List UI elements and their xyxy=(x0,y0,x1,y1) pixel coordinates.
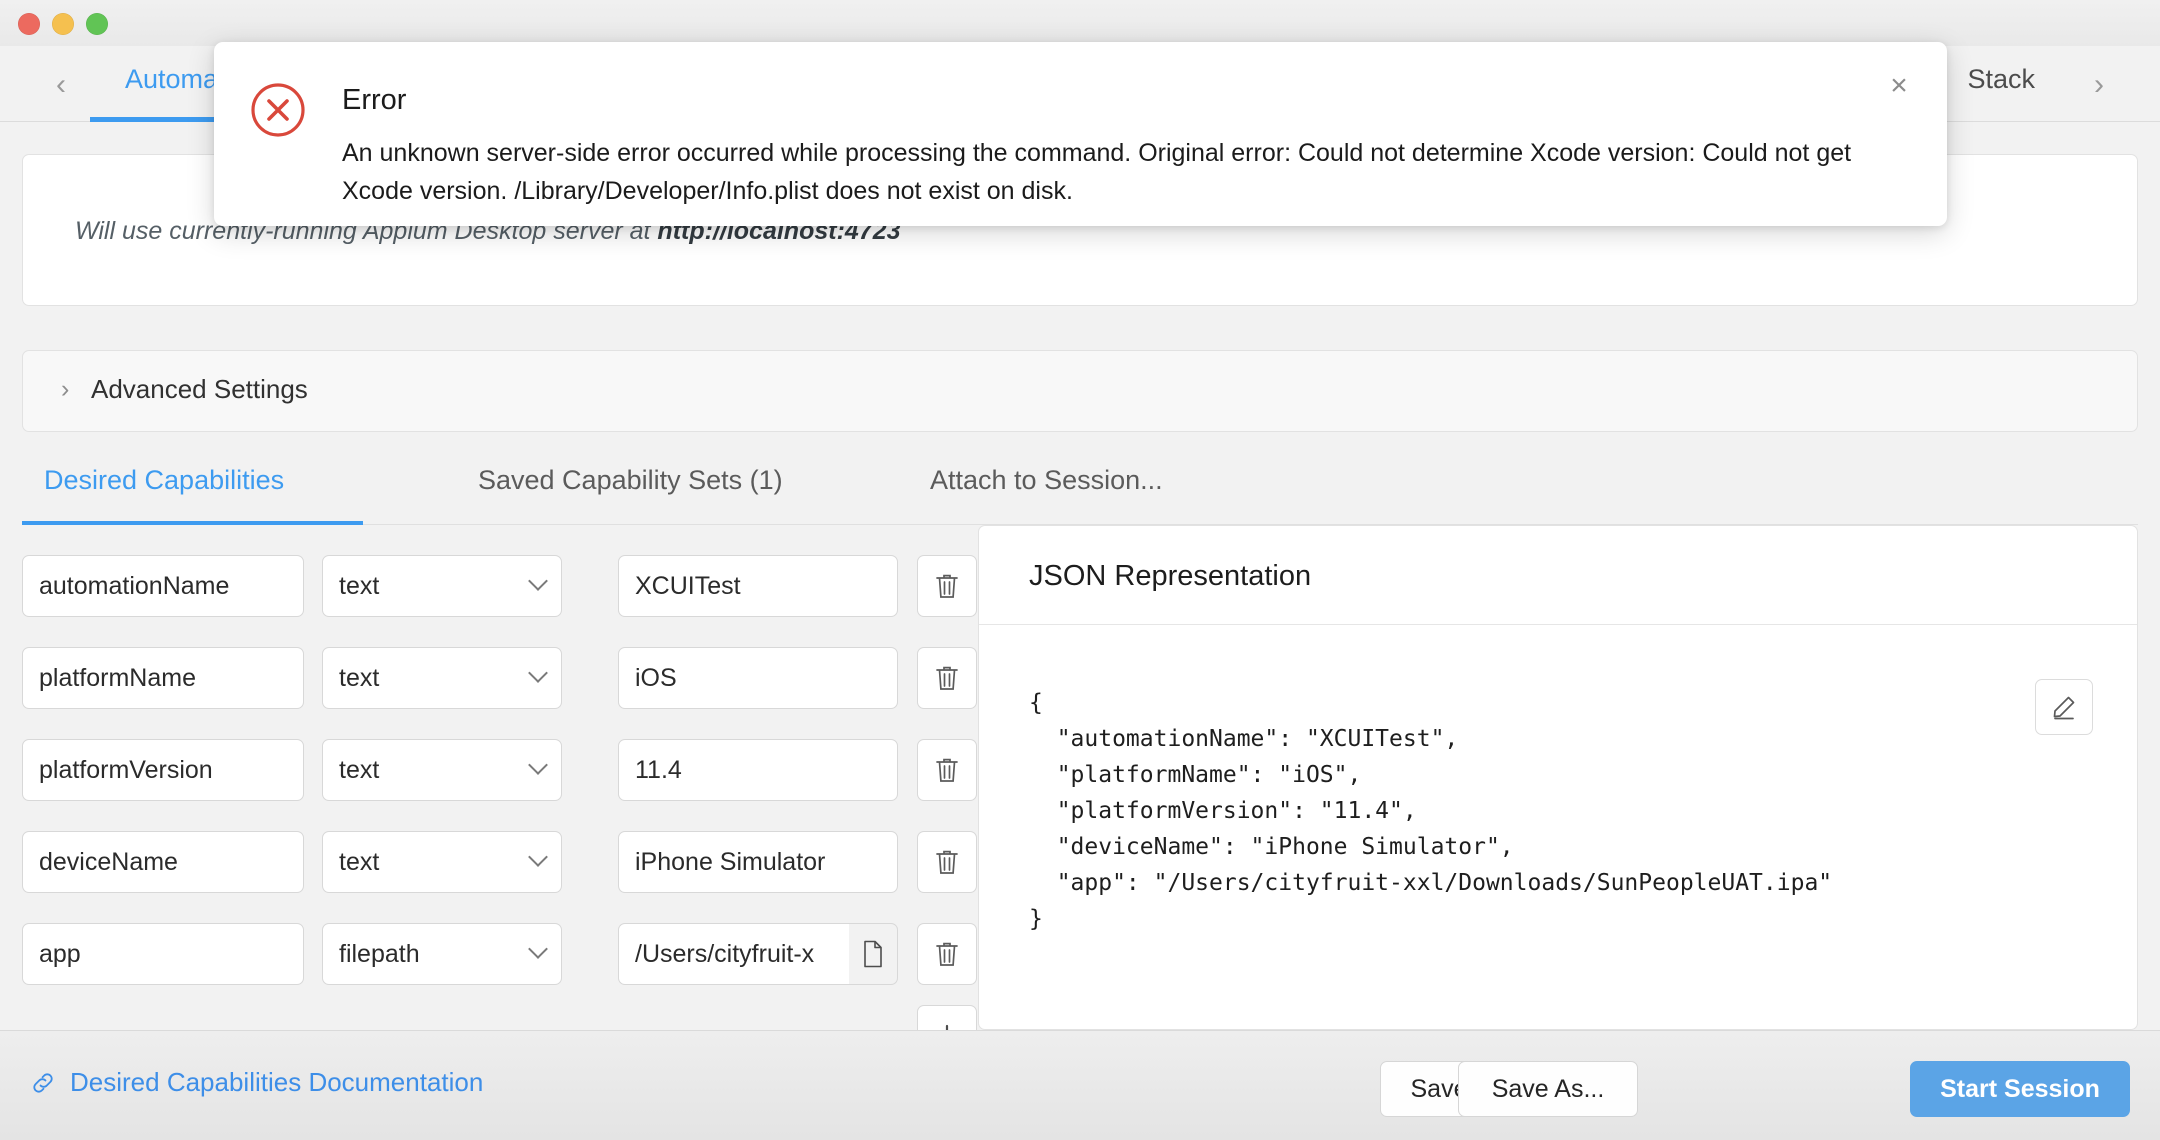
capability-row: platformName text iOS xyxy=(22,647,977,709)
capability-value-input[interactable]: iOS xyxy=(618,647,898,709)
trash-icon xyxy=(936,574,958,598)
json-panel-header: JSON Representation xyxy=(979,526,2137,625)
capability-name-input[interactable]: automationName xyxy=(22,555,304,617)
chevron-right-icon[interactable]: › xyxy=(2078,64,2120,106)
trash-icon xyxy=(936,942,958,966)
traffic-light-group xyxy=(18,13,108,35)
capability-row: app filepath /Users/cityfruit-x xyxy=(22,923,977,985)
plus-icon xyxy=(945,1024,949,1030)
pencil-icon xyxy=(2053,696,2075,720)
capability-name-input[interactable]: app xyxy=(22,923,304,985)
trash-icon xyxy=(936,666,958,690)
main-content: Will use currently-running Appium Deskto… xyxy=(0,122,2160,1030)
capability-value-input[interactable]: /Users/cityfruit-x xyxy=(618,923,850,985)
error-dialog: Error An unknown server-side error occur… xyxy=(214,42,1947,226)
appium-desktop-window: ‹ Automatic Server Stack › Will use curr… xyxy=(0,0,2160,1140)
title-bar xyxy=(0,0,2160,46)
doc-link-label: Desired Capabilities Documentation xyxy=(70,1067,484,1097)
error-dialog-message: An unknown server-side error occurred wh… xyxy=(342,139,1852,205)
chevron-down-icon xyxy=(528,571,548,591)
desired-capabilities-documentation-link[interactable]: Desired Capabilities Documentation xyxy=(30,1067,483,1098)
delete-capability-button[interactable] xyxy=(917,647,977,709)
trash-icon xyxy=(936,758,958,782)
capability-row: automationName text XCUITest xyxy=(22,555,977,617)
capability-type-value: filepath xyxy=(339,939,420,968)
save-as-button[interactable]: Save As... xyxy=(1458,1061,1638,1117)
capability-editor: automationName text XCUITest platformNam… xyxy=(0,525,978,1030)
chevron-right-icon: › xyxy=(61,375,70,403)
chevron-down-icon xyxy=(528,663,548,683)
capability-type-value: text xyxy=(339,847,380,876)
capability-type-value: text xyxy=(339,571,380,600)
capability-value-input[interactable]: XCUITest xyxy=(618,555,898,617)
tab-saved-capability-sets[interactable]: Saved Capability Sets (1) xyxy=(478,465,783,496)
window-close-button[interactable] xyxy=(18,13,40,35)
capability-type-select[interactable]: text xyxy=(322,739,562,801)
close-icon[interactable]: × xyxy=(1881,68,1917,104)
chevron-down-icon xyxy=(528,847,548,867)
link-icon xyxy=(33,1072,53,1093)
capability-type-select[interactable]: text xyxy=(322,831,562,893)
capability-value-input[interactable]: iPhone Simulator xyxy=(618,831,898,893)
window-zoom-button[interactable] xyxy=(86,13,108,35)
delete-capability-button[interactable] xyxy=(917,739,977,801)
error-dialog-title: Error xyxy=(342,84,407,116)
delete-capability-button[interactable] xyxy=(917,831,977,893)
add-capability-button[interactable] xyxy=(917,1005,977,1030)
advanced-settings-label: Advanced Settings xyxy=(91,374,308,404)
tab-attach-to-session[interactable]: Attach to Session... xyxy=(930,465,1163,496)
chevron-down-icon xyxy=(528,939,548,959)
capability-type-select[interactable]: text xyxy=(322,647,562,709)
json-panel-title: JSON Representation xyxy=(1029,560,1312,592)
tab-stack[interactable]: Stack xyxy=(1967,64,2035,95)
capability-name-input[interactable]: platformVersion xyxy=(22,739,304,801)
start-session-button[interactable]: Start Session xyxy=(1910,1061,2130,1117)
trash-icon xyxy=(936,850,958,874)
footer-bar: Desired Capabilities Documentation Save … xyxy=(0,1030,2160,1140)
capability-tabstrip: Desired Capabilities Saved Capability Se… xyxy=(22,447,2138,525)
json-content: { "automationName": "XCUITest", "platfor… xyxy=(1029,690,1833,932)
choose-file-button[interactable] xyxy=(849,923,898,985)
advanced-settings-toggle[interactable]: › Advanced Settings xyxy=(22,350,2138,432)
delete-capability-button[interactable] xyxy=(917,923,977,985)
capability-value-input[interactable]: 11.4 xyxy=(618,739,898,801)
capability-row: deviceName text iPhone Simulator xyxy=(22,831,977,893)
window-minimize-button[interactable] xyxy=(52,13,74,35)
tab-desired-capabilities[interactable]: Desired Capabilities xyxy=(44,465,284,496)
file-icon xyxy=(864,940,882,968)
error-icon xyxy=(250,82,306,138)
capability-name-input[interactable]: platformName xyxy=(22,647,304,709)
capability-name-input[interactable]: deviceName xyxy=(22,831,304,893)
chevron-left-icon[interactable]: ‹ xyxy=(40,64,82,106)
json-representation-panel: JSON Representation { "automationName": … xyxy=(978,525,2138,1030)
delete-capability-button[interactable] xyxy=(917,555,977,617)
chevron-down-icon xyxy=(528,755,548,775)
edit-json-button[interactable] xyxy=(2035,679,2093,735)
capability-type-value: text xyxy=(339,663,380,692)
capability-type-select[interactable]: text xyxy=(322,555,562,617)
capability-type-value: text xyxy=(339,755,380,784)
capability-type-select[interactable]: filepath xyxy=(322,923,562,985)
capability-row: platformVersion text 11.4 xyxy=(22,739,977,801)
